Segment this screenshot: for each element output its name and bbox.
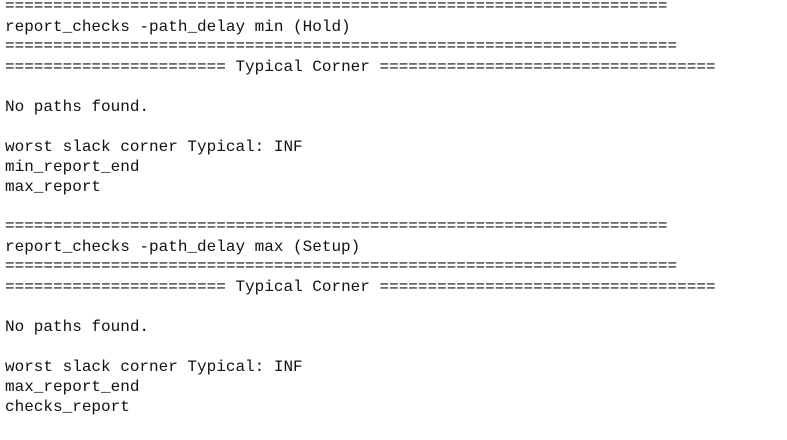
corner-rule-left: ======================= (5, 58, 226, 76)
setup-corner-header: ======================= Typical Corner =… (5, 277, 716, 297)
setup-no-paths-line: No paths found. (5, 318, 150, 336)
hold-worst-slack-line: worst slack corner Typical: INF (5, 138, 303, 156)
hold-end-marker: min_report_end (5, 158, 140, 176)
hold-next-marker: max_report (5, 178, 102, 196)
separator-rule: ========================================… (5, 220, 668, 232)
setup-end-marker: max_report_end (5, 378, 140, 396)
corner-label: Typical Corner (235, 278, 370, 296)
corner-rule-right: =================================== (379, 278, 716, 296)
hold-command-line: report_checks -path_delay min (Hold) (5, 18, 351, 36)
setup-worst-slack-line: worst slack corner Typical: INF (5, 358, 303, 376)
separator-rule: ========================================… (5, 40, 678, 52)
separator-rule: ========================================… (5, 260, 678, 272)
corner-label: Typical Corner (235, 58, 370, 76)
corner-rule-left: ======================= (5, 278, 226, 296)
setup-next-marker: checks_report (5, 398, 130, 416)
separator-rule: ========================================… (5, 0, 668, 12)
hold-corner-header: ======================= Typical Corner =… (5, 57, 716, 77)
corner-rule-right: =================================== (379, 58, 716, 76)
hold-no-paths-line: No paths found. (5, 98, 150, 116)
report-log-view: ========================================… (0, 0, 787, 440)
setup-command-line: report_checks -path_delay max (Setup) (5, 238, 361, 256)
